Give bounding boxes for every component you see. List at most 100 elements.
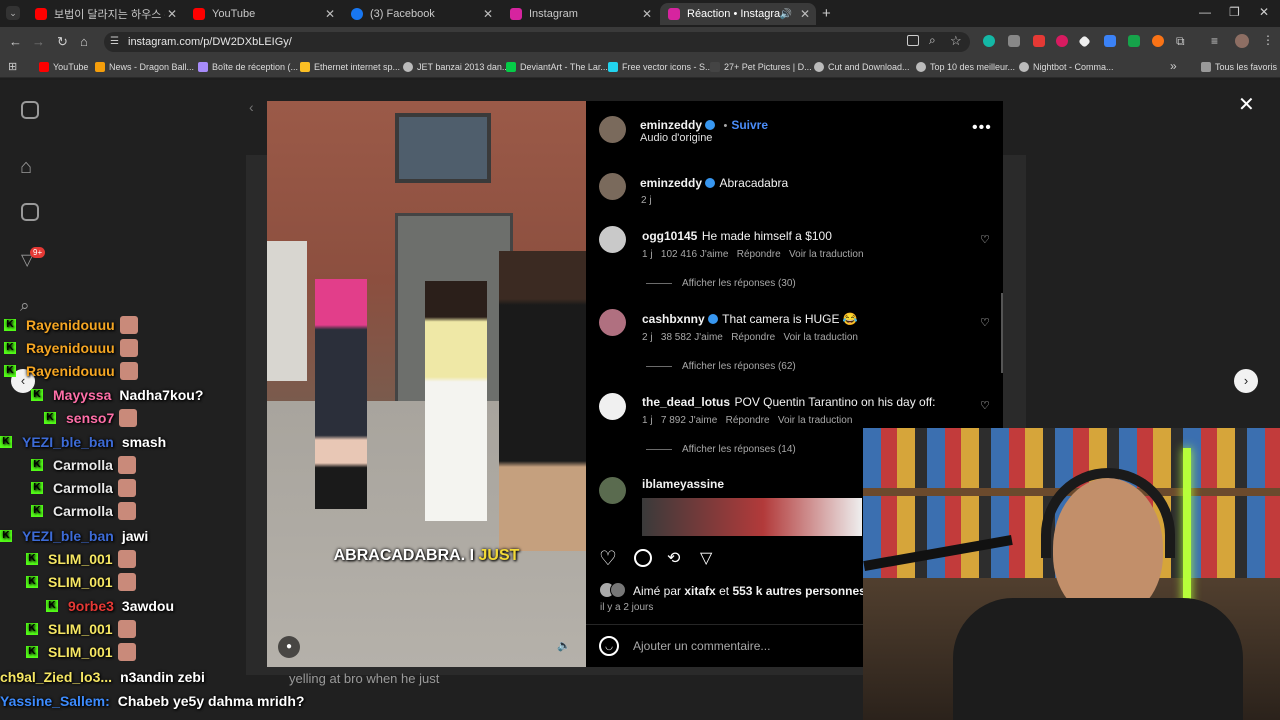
chat-username[interactable]: Carmolla — [53, 457, 113, 473]
extension-icon[interactable] — [1128, 35, 1140, 47]
share-icon[interactable]: ⟲ — [667, 548, 680, 568]
comment-icon[interactable] — [634, 549, 652, 567]
audio-playing-icon[interactable]: 🔊 — [780, 9, 792, 20]
url-text[interactable]: instagram.com/p/DW2DXbLEIGy/ — [128, 36, 292, 48]
extensions-puzzle-icon[interactable]: ⧉ — [1176, 34, 1185, 49]
more-bookmarks-icon[interactable]: » — [1170, 59, 1177, 73]
chat-username[interactable]: YEZI_ble_ban — [22, 434, 114, 450]
chat-username[interactable]: Rayenidouuu — [26, 340, 115, 356]
chat-username[interactable]: Rayenidouuu — [26, 363, 115, 379]
chat-username[interactable]: YEZI_ble_ban — [22, 528, 114, 544]
chat-username[interactable]: senso7 — [66, 410, 114, 426]
avatar[interactable] — [599, 116, 626, 143]
extension-icon[interactable] — [1033, 35, 1045, 47]
forward-icon[interactable]: → — [32, 34, 45, 49]
reading-list-icon[interactable]: ≡ — [1211, 34, 1218, 48]
bookmark-star-icon[interactable]: ☆ — [950, 33, 962, 49]
bookmark-free-vector[interactable]: Free vector icons - S... — [608, 60, 713, 74]
bookmark-mail[interactable]: Boîte de réception (... — [198, 60, 298, 74]
bookmark-jet-banzai[interactable]: JET banzai 2013 dan... — [403, 60, 509, 74]
chat-username[interactable]: SLIM_001 — [48, 551, 113, 567]
author-username[interactable]: eminzeddy — [640, 118, 702, 132]
like-comment-icon[interactable]: ♡ — [980, 399, 990, 412]
tab-youtube-video[interactable]: 보법이 달라지는 하우스 - YouTub✕ — [27, 3, 183, 25]
maximize-icon[interactable]: ❐ — [1229, 5, 1240, 19]
comment-input[interactable]: Ajouter un commentaire... — [633, 639, 770, 653]
browser-menu-icon[interactable]: ⋮ — [1262, 33, 1274, 47]
chat-username[interactable]: SLIM_001 — [48, 621, 113, 637]
like-comment-icon[interactable]: ♡ — [980, 233, 990, 246]
apps-grid-icon[interactable]: ⊞ — [8, 60, 17, 73]
zoom-icon[interactable]: ⌕ — [929, 33, 936, 48]
home-icon[interactable]: ⌂ — [80, 34, 88, 49]
mute-icon[interactable]: 🔈 — [557, 639, 571, 652]
chat-username[interactable]: Carmolla — [53, 480, 113, 496]
bookmark-deviantart[interactable]: DeviantArt - The Lar... — [506, 60, 608, 74]
tab-reaction-instagram[interactable]: Réaction • Instagram 🔊 ✕ — [660, 3, 816, 25]
chat-username[interactable]: SLIM_001 — [48, 574, 113, 590]
close-tab-icon[interactable]: ✕ — [798, 7, 812, 21]
close-window-icon[interactable]: ✕ — [1259, 5, 1269, 19]
tab-instagram[interactable]: Instagram ✕ — [502, 3, 658, 25]
extension-icon[interactable] — [1008, 35, 1020, 47]
emoji-icon[interactable]: ◡ — [599, 636, 619, 656]
minimize-icon[interactable]: — — [1199, 5, 1211, 19]
extension-icon[interactable] — [1152, 35, 1164, 47]
avatar[interactable] — [599, 226, 626, 253]
tab-facebook[interactable]: (3) Facebook ✕ — [343, 3, 499, 25]
avatar[interactable] — [1235, 34, 1249, 48]
audio-label[interactable]: Audio d'origine — [640, 132, 712, 144]
view-replies[interactable]: Afficher les réponses (30) — [646, 278, 796, 289]
reels-nav-icon[interactable] — [21, 203, 39, 221]
extension-icon[interactable] — [1104, 35, 1116, 47]
back-icon[interactable]: ← — [9, 34, 22, 49]
reload-icon[interactable]: ↻ — [57, 34, 68, 50]
install-app-icon[interactable] — [907, 35, 919, 46]
reel-video[interactable]: ABRACADABRA. I JUST ● 🔈 — [267, 101, 586, 667]
bookmark-ethernet[interactable]: Ethernet internet sp... — [300, 60, 400, 74]
site-info-icon[interactable]: ☰ — [110, 36, 119, 47]
chat-username[interactable]: Rayenidouuu — [26, 317, 115, 333]
tab-youtube[interactable]: YouTube ✕ — [185, 3, 341, 25]
instagram-logo-icon[interactable] — [21, 101, 39, 119]
chat-username[interactable]: Yassine_Sallem: — [0, 693, 110, 709]
view-replies[interactable]: Afficher les réponses (14) — [646, 444, 796, 455]
all-bookmarks[interactable]: Tous les favoris — [1201, 60, 1277, 74]
close-tab-icon[interactable]: ✕ — [165, 7, 179, 21]
bookmark-nightbot[interactable]: Nightbot - Comma... — [1019, 60, 1114, 74]
extension-icon[interactable] — [1056, 35, 1068, 47]
close-tab-icon[interactable]: ✕ — [323, 7, 337, 21]
bookmark-pet-pictures[interactable]: 27+ Pet Pictures | D... — [710, 60, 812, 74]
bookmark-top-10[interactable]: Top 10 des meilleur... — [916, 60, 1015, 74]
scrollbar[interactable] — [1001, 293, 1003, 373]
chat-username[interactable]: ch9al_Zied_lo3... — [0, 669, 112, 685]
bookmark-dragonball[interactable]: News - Dragon Ball... — [95, 60, 194, 74]
more-options-icon[interactable]: ••• — [972, 119, 992, 137]
chat-username[interactable]: Carmolla — [53, 503, 113, 519]
avatar[interactable] — [599, 173, 626, 200]
like-comment-icon[interactable]: ♡ — [980, 316, 990, 329]
chat-username[interactable]: SLIM_001 — [48, 644, 113, 660]
avatar[interactable] — [599, 477, 626, 504]
follow-button[interactable]: Suivre — [731, 118, 768, 132]
chat-username[interactable]: Mayyssa — [53, 387, 111, 403]
like-post-icon[interactable]: ♡ — [599, 546, 617, 571]
bookmark-youtube[interactable]: YouTube — [39, 60, 88, 74]
comment-username[interactable]: iblameyassine — [642, 477, 724, 491]
user-tag-icon[interactable]: ● — [278, 636, 300, 658]
bookmark-cut-download[interactable]: Cut and Download... — [814, 60, 910, 74]
home-nav-icon[interactable]: ⌂ — [20, 156, 32, 179]
send-icon[interactable]: ▽ — [700, 548, 712, 568]
avatar[interactable] — [599, 309, 626, 336]
tab-search-icon[interactable]: ⌄ — [6, 6, 20, 20]
close-tab-icon[interactable]: ✕ — [640, 7, 654, 21]
next-post-button[interactable]: › — [1234, 369, 1258, 393]
chat-username[interactable]: 9orbe3 — [68, 598, 114, 614]
extension-icon[interactable] — [983, 35, 995, 47]
new-tab-button[interactable]: + — [822, 5, 831, 22]
close-tab-icon[interactable]: ✕ — [481, 7, 495, 21]
avatar[interactable] — [599, 393, 626, 420]
view-replies[interactable]: Afficher les réponses (62) — [646, 361, 796, 372]
back-arrow-icon[interactable]: ‹ — [249, 99, 254, 115]
search-nav-icon[interactable]: ⌕ — [20, 296, 30, 316]
